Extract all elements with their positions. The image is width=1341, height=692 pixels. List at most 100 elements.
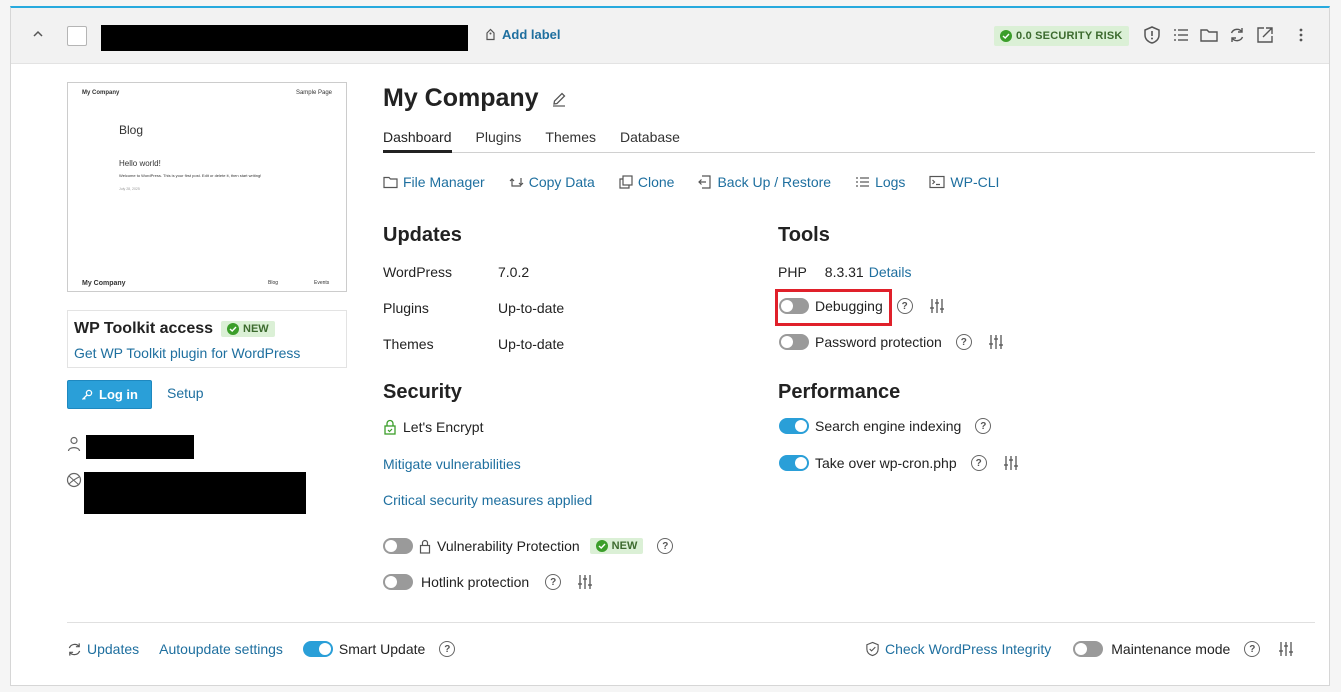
footer-left: Updates Autoupdate settings Smart Update…: [67, 641, 456, 657]
vulnerability-protection-toggle[interactable]: [383, 538, 413, 554]
sliders-icon[interactable]: [929, 298, 945, 314]
clone-icon: [619, 175, 633, 189]
redacted-username: [86, 435, 194, 459]
help-icon[interactable]: ?: [439, 641, 456, 657]
maintenance-mode-toggle[interactable]: [1073, 641, 1104, 657]
wp-cli-link[interactable]: WP-CLI: [929, 174, 999, 190]
open-external-icon[interactable]: [1255, 25, 1275, 45]
sliders-icon[interactable]: [577, 574, 593, 590]
autoupdate-settings-link[interactable]: Autoupdate settings: [159, 641, 283, 657]
hotlink-protection-toggle[interactable]: [383, 574, 413, 590]
updates-link[interactable]: Updates: [87, 641, 139, 657]
globe-icon: [66, 472, 82, 488]
site-card: Add label 0.0 SECURITY RISK My Company S…: [10, 6, 1330, 686]
password-protection-row: Password protection ?: [779, 334, 1004, 350]
php-row: PHP 8.3.31 Details: [778, 264, 912, 280]
terminal-icon: [929, 175, 946, 189]
file-manager-link[interactable]: File Manager: [383, 174, 485, 190]
site-tabs: Dashboard Plugins Themes Database: [383, 129, 1315, 153]
add-label-link[interactable]: Add label: [485, 27, 561, 42]
lock-icon: [419, 539, 431, 554]
themes-status: Up-to-date: [498, 336, 565, 352]
smart-update-toggle[interactable]: [302, 641, 333, 657]
more-vertical-icon[interactable]: [1291, 25, 1311, 45]
search-engine-indexing-toggle[interactable]: [779, 418, 809, 434]
refresh-icon: [68, 642, 81, 656]
help-icon[interactable]: ?: [657, 538, 674, 554]
help-icon[interactable]: ?: [896, 298, 913, 314]
folder-icon: [383, 176, 398, 189]
tab-database[interactable]: Database: [620, 129, 680, 153]
user-icon: [67, 436, 81, 452]
tag-icon: [486, 28, 495, 41]
plugins-status: Up-to-date: [498, 300, 565, 316]
site-preview-thumbnail[interactable]: My Company Sample Page Blog Hello world!…: [67, 82, 347, 292]
plugins-label: Plugins: [383, 300, 429, 316]
php-version: 8.3.31: [824, 264, 864, 280]
footer-right: Check WordPress Integrity Maintenance mo…: [865, 641, 1294, 657]
new-badge: NEW: [221, 321, 275, 337]
get-wp-toolkit-plugin-link[interactable]: Get WP Toolkit plugin for WordPress: [74, 345, 300, 361]
wp-toolkit-access-title: WP Toolkit access NEW: [74, 320, 275, 338]
php-details-link[interactable]: Details: [869, 264, 912, 280]
sliders-icon[interactable]: [1003, 455, 1019, 471]
list-icon[interactable]: [1171, 25, 1191, 45]
tab-themes[interactable]: Themes: [545, 129, 596, 153]
help-icon[interactable]: ?: [970, 455, 987, 471]
list-icon: [856, 177, 870, 187]
backup-restore-link[interactable]: Back Up / Restore: [698, 174, 831, 190]
chevron-up-icon[interactable]: [31, 27, 45, 41]
security-risk-badge[interactable]: 0.0 SECURITY RISK: [994, 26, 1129, 46]
check-icon: [595, 540, 608, 552]
lock-icon: [384, 419, 396, 435]
tab-plugins[interactable]: Plugins: [476, 129, 522, 153]
help-icon[interactable]: ?: [955, 334, 972, 350]
shield-icon[interactable]: [1142, 25, 1162, 45]
refresh-icon[interactable]: [1227, 25, 1247, 45]
check-icon: [227, 323, 240, 335]
sliders-icon[interactable]: [988, 334, 1004, 350]
search-engine-indexing-row: Search engine indexing ?: [779, 418, 992, 434]
debugging-highlight-box: [775, 289, 892, 326]
wp-cron-toggle[interactable]: [779, 455, 809, 471]
help-icon[interactable]: ?: [1244, 641, 1261, 657]
clone-link[interactable]: Clone: [619, 174, 674, 190]
logs-link[interactable]: Logs: [855, 174, 905, 190]
wp-toolkit-access-box: WP Toolkit access NEW Get WP Toolkit plu…: [67, 310, 347, 368]
shield-check-icon: [866, 641, 879, 657]
tab-dashboard[interactable]: Dashboard: [383, 129, 452, 153]
copy-data-icon: [509, 178, 524, 187]
check-icon: [1000, 30, 1012, 42]
wordpress-version: 7.0.2: [498, 264, 530, 280]
footer-divider: [67, 622, 1315, 623]
log-in-button[interactable]: Log in: [67, 380, 152, 409]
ssl-row: Let's Encrypt: [383, 419, 484, 435]
site-card-header: Add label 0.0 SECURITY RISK: [11, 8, 1329, 64]
themes-label: Themes: [383, 336, 434, 352]
check-wordpress-integrity-link[interactable]: Check WordPress Integrity: [885, 641, 1051, 657]
wp-cron-row: Take over wp-cron.php ?: [779, 455, 1019, 471]
copy-data-link[interactable]: Copy Data: [509, 174, 595, 190]
folder-icon[interactable]: [1199, 25, 1219, 45]
select-site-checkbox[interactable]: [67, 26, 87, 46]
performance-section-title: Performance: [778, 381, 901, 403]
backup-icon: [698, 175, 712, 189]
updates-section-title: Updates: [383, 224, 462, 246]
new-badge: NEW: [589, 538, 644, 554]
help-icon[interactable]: ?: [975, 418, 992, 434]
key-icon: [82, 389, 93, 400]
mitigate-vulnerabilities-link[interactable]: Mitigate vulnerabilities: [383, 456, 521, 472]
setup-link[interactable]: Setup: [167, 385, 204, 401]
password-protection-toggle[interactable]: [779, 334, 809, 350]
quick-actions-bar: File Manager Copy Data Clone Back Up / R…: [383, 174, 999, 190]
sliders-icon[interactable]: [1278, 641, 1294, 657]
redacted-domain: [101, 25, 468, 51]
vulnerability-protection-row: Vulnerability Protection NEW ?: [383, 538, 674, 554]
security-section-title: Security: [383, 381, 462, 403]
edit-pencil-icon[interactable]: [551, 91, 567, 107]
hotlink-protection-row: Hotlink protection ?: [383, 574, 593, 590]
tools-section-title: Tools: [778, 224, 830, 246]
redacted-url: [84, 472, 306, 514]
critical-security-measures-link[interactable]: Critical security measures applied: [383, 492, 592, 508]
help-icon[interactable]: ?: [545, 574, 562, 590]
